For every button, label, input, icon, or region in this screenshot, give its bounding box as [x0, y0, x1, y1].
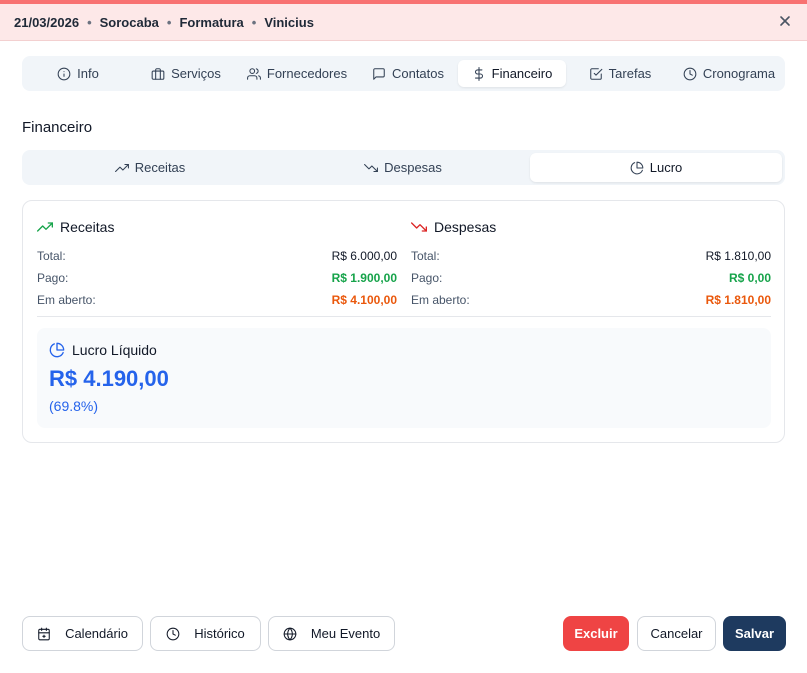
- check-square-icon: [589, 67, 603, 80]
- row-value: R$ 4.100,00: [331, 293, 397, 307]
- row-value: R$ 1.810,00: [705, 293, 771, 307]
- receitas-aberto-row: Em aberto: R$ 4.100,00: [37, 289, 397, 311]
- tab-label: Serviços: [171, 66, 221, 81]
- lucro-value: R$ 4.190,00: [49, 366, 169, 391]
- row-label: Em aberto:: [37, 293, 96, 307]
- close-icon[interactable]: [777, 13, 793, 29]
- subtab-despesas[interactable]: Despesas: [278, 153, 528, 182]
- cancelar-button[interactable]: Cancelar: [637, 616, 716, 651]
- row-label: Pago:: [411, 271, 443, 285]
- subtab-label: Despesas: [384, 160, 442, 175]
- trending-down-icon: [411, 222, 427, 232]
- subtab-label: Receitas: [134, 160, 186, 175]
- trending-up-icon: [114, 163, 129, 172]
- tab-label: Financeiro: [491, 66, 553, 81]
- excluir-button[interactable]: Excluir: [563, 616, 629, 651]
- event-city: Sorocaba: [99, 14, 159, 30]
- clock-icon: [166, 627, 180, 640]
- row-label: Em aberto:: [411, 293, 470, 307]
- row-label: Pago:: [37, 271, 69, 285]
- main-tabs: Info Serviços Fornecedores Contatos Fina…: [22, 56, 785, 91]
- button-label: Calendário: [65, 626, 128, 641]
- receitas-heading: Receitas: [37, 218, 397, 236]
- calendar-plus-icon: [38, 627, 50, 640]
- row-value: R$ 0,00: [728, 271, 771, 285]
- tab-financeiro[interactable]: Financeiro: [458, 60, 566, 87]
- event-date: 21/03/2026: [14, 14, 80, 30]
- trending-up-icon: [37, 222, 53, 232]
- clock-icon: [683, 67, 697, 80]
- calendario-button[interactable]: Calendário: [22, 616, 143, 651]
- pie-chart-icon: [630, 161, 644, 174]
- separator-dot: •: [251, 14, 257, 30]
- despesas-aberto-row: Em aberto: R$ 1.810,00: [411, 289, 771, 311]
- trending-down-icon: [364, 163, 379, 172]
- lucro-heading: Lucro Líquido: [49, 342, 157, 358]
- event-type: Formatura: [179, 14, 244, 30]
- lucro-title: Lucro Líquido: [72, 342, 157, 358]
- receitas-title: Receitas: [60, 219, 115, 235]
- financeiro-subtabs: Receitas Despesas Lucro: [22, 150, 785, 185]
- lucro-percent: (69.8%): [49, 398, 99, 414]
- tab-label: Tarefas: [608, 66, 652, 81]
- tab-contatos[interactable]: Contatos: [358, 60, 458, 87]
- row-value: R$ 1.900,00: [331, 271, 397, 285]
- lucro-liquido-box: Lucro Líquido R$ 4.190,00 (69.8%): [37, 328, 771, 428]
- salvar-button[interactable]: Salvar: [723, 616, 786, 651]
- lucro-summary-card: Receitas Total: R$ 6.000,00 Pago: R$ 1.9…: [22, 200, 785, 443]
- subtab-lucro[interactable]: Lucro: [530, 153, 782, 182]
- separator-dot: •: [166, 14, 172, 30]
- message-square-icon: [373, 67, 385, 80]
- row-label: Total:: [411, 249, 440, 263]
- row-label: Total:: [37, 249, 66, 263]
- tab-servicos[interactable]: Serviços: [134, 60, 238, 87]
- tab-label: Info: [77, 66, 99, 81]
- button-label: Meu Evento: [310, 626, 381, 641]
- row-value: R$ 6.000,00: [331, 249, 397, 263]
- despesas-heading: Despesas: [411, 218, 771, 236]
- subtab-label: Lucro: [649, 160, 683, 175]
- historico-button[interactable]: Histórico: [150, 616, 261, 651]
- despesas-title: Despesas: [434, 219, 497, 235]
- tab-label: Cronograma: [702, 66, 776, 81]
- receitas-pago-row: Pago: R$ 1.900,00: [37, 267, 397, 289]
- despesas-pago-row: Pago: R$ 0,00: [411, 267, 771, 289]
- subtab-receitas[interactable]: Receitas: [25, 153, 275, 182]
- row-value: R$ 1.810,00: [705, 249, 771, 263]
- despesas-total-row: Total: R$ 1.810,00: [411, 245, 771, 267]
- tab-fornecedores[interactable]: Fornecedores: [242, 60, 352, 87]
- event-client: Vinicius: [264, 14, 314, 30]
- tab-cronograma[interactable]: Cronograma: [676, 60, 782, 87]
- tab-info[interactable]: Info: [26, 60, 130, 87]
- info-icon: [57, 67, 71, 80]
- tab-label: Fornecedores: [266, 66, 348, 81]
- tab-tarefas[interactable]: Tarefas: [572, 60, 668, 87]
- briefcase-icon: [151, 67, 165, 80]
- separator-dot: •: [87, 14, 92, 30]
- users-icon: [246, 67, 261, 80]
- section-title: Financeiro: [22, 119, 93, 136]
- dollar-icon: [474, 66, 483, 81]
- despesas-column: Despesas Total: R$ 1.810,00 Pago: R$ 0,0…: [411, 218, 771, 311]
- globe-icon: [283, 627, 297, 640]
- receitas-total-row: Total: R$ 6.000,00: [37, 245, 397, 267]
- divider: [37, 316, 771, 317]
- pie-chart-icon: [49, 342, 65, 358]
- meu-evento-button[interactable]: Meu Evento: [268, 616, 395, 651]
- receitas-column: Receitas Total: R$ 6.000,00 Pago: R$ 1.9…: [37, 218, 397, 311]
- event-header: 21/03/2026 • Sorocaba • Formatura • Vini…: [0, 4, 807, 41]
- tab-label: Contatos: [391, 66, 445, 81]
- button-label: Histórico: [194, 626, 245, 641]
